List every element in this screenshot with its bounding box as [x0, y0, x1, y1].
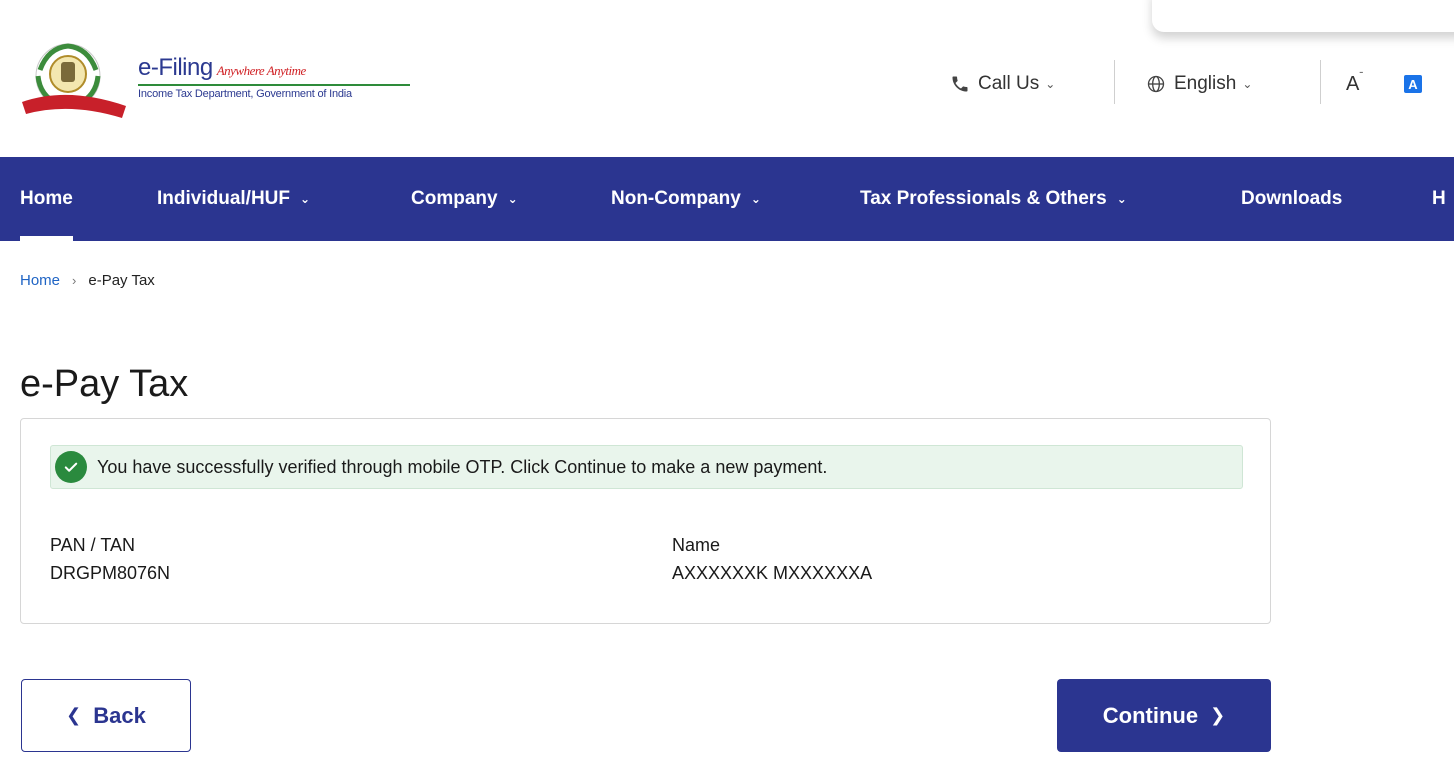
nav-item-downloads[interactable]: Downloads [1241, 157, 1342, 241]
contrast-button[interactable]: A [1404, 64, 1422, 104]
nav-label: H [1432, 188, 1446, 209]
brand-title: e-Filing Anywhere Anytime [138, 54, 410, 82]
pan-field: PAN / TAN DRGPM8076N [50, 531, 170, 587]
chevron-right-icon: › [72, 273, 77, 288]
brand-block[interactable]: e-Filing Anywhere Anytime Income Tax Depa… [138, 54, 410, 100]
font-size-button[interactable]: Aˉ [1346, 64, 1363, 104]
nav-label: Company [411, 188, 498, 209]
pan-value: DRGPM8076N [50, 563, 171, 583]
name-value: AXXXXXXK MXXXXXXA [672, 563, 873, 583]
brand-subtitle: Income Tax Department, Government of Ind… [138, 88, 352, 100]
chevron-down-icon: ⌄ [1116, 192, 1127, 206]
nav-item-individual-huf[interactable]: Individual/HUF ⌄ [157, 157, 310, 241]
chevron-down-icon: ⌄ [300, 192, 311, 206]
nav-item-help[interactable]: H [1432, 157, 1446, 241]
name-field: Name AXXXXXXK MXXXXXXA [672, 531, 872, 587]
header-divider [1320, 60, 1321, 104]
nav-item-company[interactable]: Company ⌄ [411, 157, 518, 241]
nav-item-tax-professionals[interactable]: Tax Professionals & Others ⌄ [860, 157, 1127, 241]
globe-icon [1146, 74, 1166, 94]
nav-label: Tax Professionals & Others [860, 188, 1107, 209]
alert-message: You have successfully verified through m… [97, 456, 828, 477]
brand-underline [138, 84, 410, 86]
nav-label: Individual/HUF [157, 188, 290, 209]
font-size-icon: A [1346, 72, 1360, 95]
chevron-down-icon: ⌄ [1045, 77, 1056, 91]
phone-icon [950, 74, 970, 94]
main-nav: Home Individual/HUF ⌄ Company ⌄ Non-Compan… [0, 157, 1454, 241]
brand-name: e-Filing [138, 54, 213, 81]
back-label: Back [93, 702, 146, 728]
emblem-logo[interactable] [18, 40, 130, 122]
breadcrumb: Home › e-Pay Tax [20, 272, 155, 289]
verification-card: You have successfully verified through m… [20, 418, 1271, 624]
continue-label: Continue [1102, 702, 1199, 728]
back-button[interactable]: ❮ Back [21, 679, 191, 752]
breadcrumb-home-link[interactable]: Home [20, 272, 60, 289]
pan-label: PAN / TAN [50, 535, 136, 555]
chevron-left-icon: ❮ [66, 705, 82, 725]
brand-tagline: Anywhere Anytime [216, 63, 307, 78]
contrast-icon: A [1404, 75, 1422, 93]
chevron-down-icon: ⌄ [1242, 77, 1253, 91]
success-alert: You have successfully verified through m… [50, 445, 1243, 489]
nav-label: Non-Company [611, 188, 741, 209]
chevron-down-icon: ⌄ [750, 192, 761, 206]
chevron-right-icon: ❯ [1210, 705, 1226, 725]
language-dropdown[interactable]: English ⌄ [1146, 64, 1252, 104]
page-title: e-Pay Tax [20, 363, 189, 405]
header-divider [1114, 60, 1115, 104]
name-label: Name [672, 535, 721, 555]
check-circle-icon [55, 451, 87, 483]
nav-label: Downloads [1241, 188, 1343, 209]
nav-item-non-company[interactable]: Non-Company ⌄ [611, 157, 761, 241]
breadcrumb-current: e-Pay Tax [88, 272, 155, 289]
chevron-down-icon: ⌄ [507, 192, 518, 206]
nav-label: Home [20, 188, 73, 209]
continue-button[interactable]: Continue ❯ [1057, 679, 1271, 752]
call-us-label: Call Us [978, 73, 1040, 94]
language-label: English [1174, 73, 1237, 94]
nav-item-home[interactable]: Home [20, 157, 73, 241]
site-header: e-Filing Anywhere Anytime Income Tax Depa… [0, 0, 1454, 157]
call-us-dropdown[interactable]: Call Us ⌄ [950, 64, 1055, 104]
